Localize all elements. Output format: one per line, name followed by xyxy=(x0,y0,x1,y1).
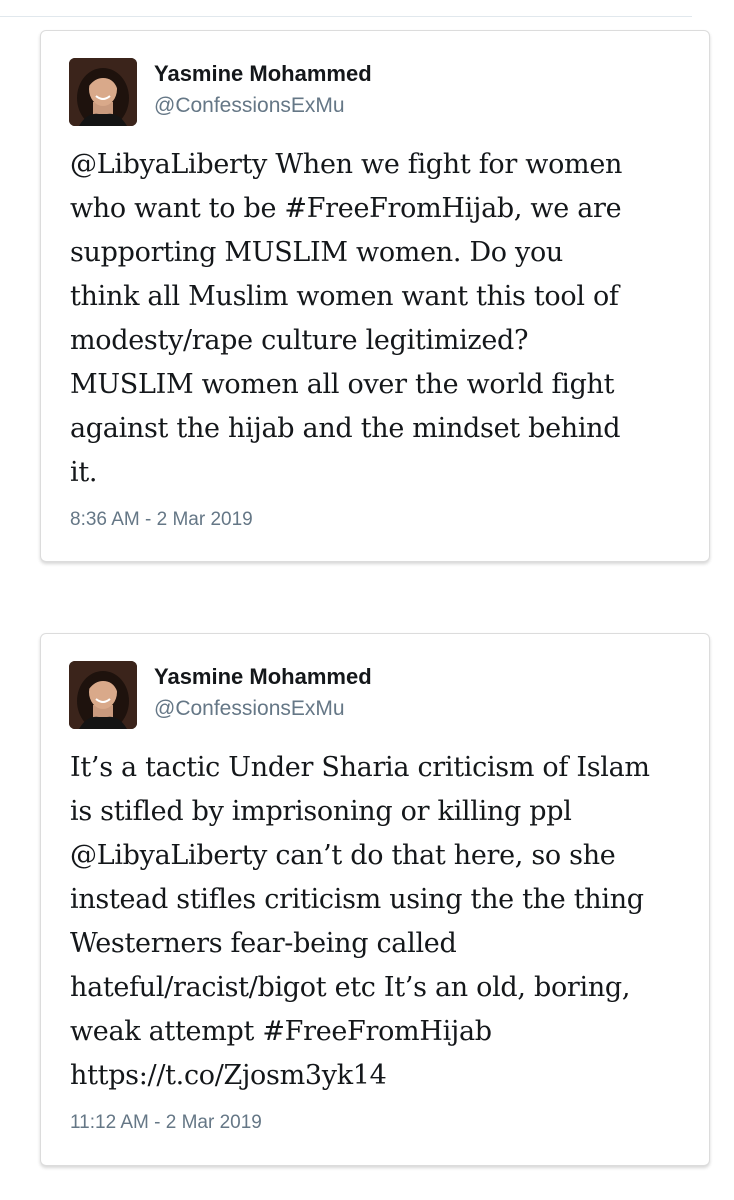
tweet-text: It’s a tactic Under Sharia criticism of … xyxy=(70,752,650,1091)
tweet-card[interactable]: Yasmine Mohammed @ConfessionsExMu It’s a… xyxy=(40,633,710,1166)
top-divider xyxy=(0,16,692,17)
author-name[interactable]: Yasmine Mohammed xyxy=(154,664,372,690)
tweet-card[interactable]: Yasmine Mohammed @ConfessionsExMu @Libya… xyxy=(40,30,710,562)
tweet-timestamp[interactable]: 8:36 AM - 2 Mar 2019 xyxy=(70,509,253,531)
profile-photo-icon xyxy=(69,58,137,126)
tweet-text: @LibyaLiberty When we fight for women wh… xyxy=(70,149,623,488)
profile-photo-icon xyxy=(69,661,137,729)
author-name[interactable]: Yasmine Mohammed xyxy=(154,61,372,87)
avatar[interactable] xyxy=(69,661,137,729)
author-handle[interactable]: @ConfessionsExMu xyxy=(154,697,345,721)
author-handle[interactable]: @ConfessionsExMu xyxy=(154,94,345,118)
avatar[interactable] xyxy=(69,58,137,126)
tweet-timestamp[interactable]: 11:12 AM - 2 Mar 2019 xyxy=(70,1112,262,1134)
